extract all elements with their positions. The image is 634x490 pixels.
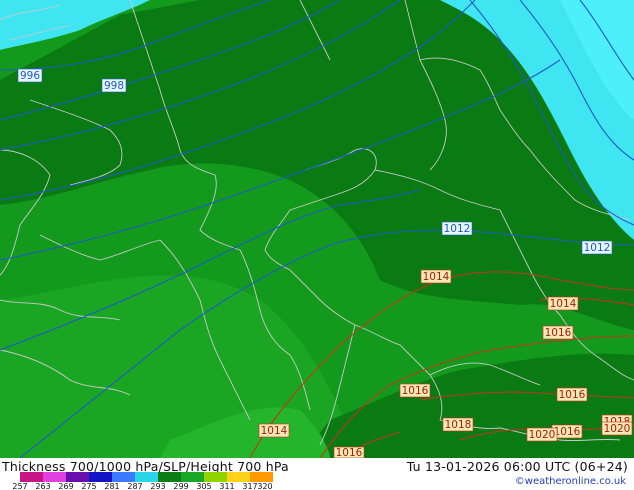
svg-text:1016: 1016 [402, 385, 429, 397]
svg-text:1016: 1016 [545, 327, 572, 339]
svg-text:1020: 1020 [529, 429, 556, 441]
svg-text:998: 998 [104, 80, 124, 92]
isobar-label-1020b: 1020 [601, 421, 633, 436]
isobar-label-1012a: 1012 [441, 221, 473, 236]
scale-swatch [227, 472, 250, 482]
scale-tick-label: 263 [35, 482, 51, 490]
scale-tick-label: 257 [12, 482, 28, 490]
isobar-label-1016a: 1016 [542, 325, 574, 340]
svg-text:1020: 1020 [604, 423, 631, 435]
svg-text:1014: 1014 [423, 271, 450, 283]
svg-text:1016: 1016 [336, 447, 363, 458]
svg-text:1016: 1016 [559, 389, 586, 401]
svg-text:1014: 1014 [550, 298, 577, 310]
scale-tick-label: 320 [257, 482, 273, 490]
scale-tick-label: 311 [219, 482, 235, 490]
isobar-label-1016b: 1016 [399, 383, 431, 398]
scale-tick-label: 305 [196, 482, 212, 490]
scale-tick-label: 287 [127, 482, 143, 490]
isobar-label-1014c: 1014 [258, 423, 290, 438]
credit-link[interactable]: ©weatheronline.co.uk [515, 476, 626, 487]
valid-time: Tu 13-01-2026 06:00 UTC (06+24) [406, 459, 628, 474]
scale-swatch [66, 472, 89, 482]
scale-swatch [135, 472, 158, 482]
color-scale [20, 472, 273, 482]
isobar-label-998: 998 [101, 78, 127, 93]
scale-tick-label: 299 [173, 482, 189, 490]
weather-map: 996 998 1012 1012 1014 1014 1014 1016 10… [0, 0, 634, 490]
scale-tick-label: 275 [81, 482, 97, 490]
scale-tick-label: 317 [242, 482, 258, 490]
isobar-label-1016c: 1016 [556, 387, 588, 402]
map-canvas: 996 998 1012 1012 1014 1014 1014 1016 10… [0, 0, 634, 458]
scale-swatch [204, 472, 227, 482]
scale-swatch [181, 472, 204, 482]
svg-text:996: 996 [20, 70, 40, 82]
svg-text:1014: 1014 [261, 425, 288, 437]
isobar-label-1014b: 1014 [547, 296, 579, 311]
svg-text:1012: 1012 [444, 223, 471, 235]
isobar-label-996: 996 [17, 68, 43, 83]
scale-tick-label: 269 [58, 482, 74, 490]
isobar-label-1018a: 1018 [442, 417, 474, 432]
scale-tick-label: 293 [150, 482, 166, 490]
isobar-label-1016e: 1016 [333, 446, 365, 458]
isobar-label-1014a: 1014 [420, 269, 452, 284]
scale-swatch [89, 472, 112, 482]
scale-swatch [158, 472, 181, 482]
scale-tick-label: 281 [104, 482, 120, 490]
scale-swatch [20, 472, 43, 482]
scale-swatch [250, 472, 273, 482]
scale-swatch [112, 472, 135, 482]
svg-text:1012: 1012 [584, 242, 611, 254]
svg-text:1016: 1016 [554, 426, 581, 438]
scale-swatch [43, 472, 66, 482]
isobar-label-1020a: 1020 [526, 427, 558, 442]
svg-text:1018: 1018 [445, 419, 472, 431]
isobar-label-1012b: 1012 [581, 240, 613, 255]
